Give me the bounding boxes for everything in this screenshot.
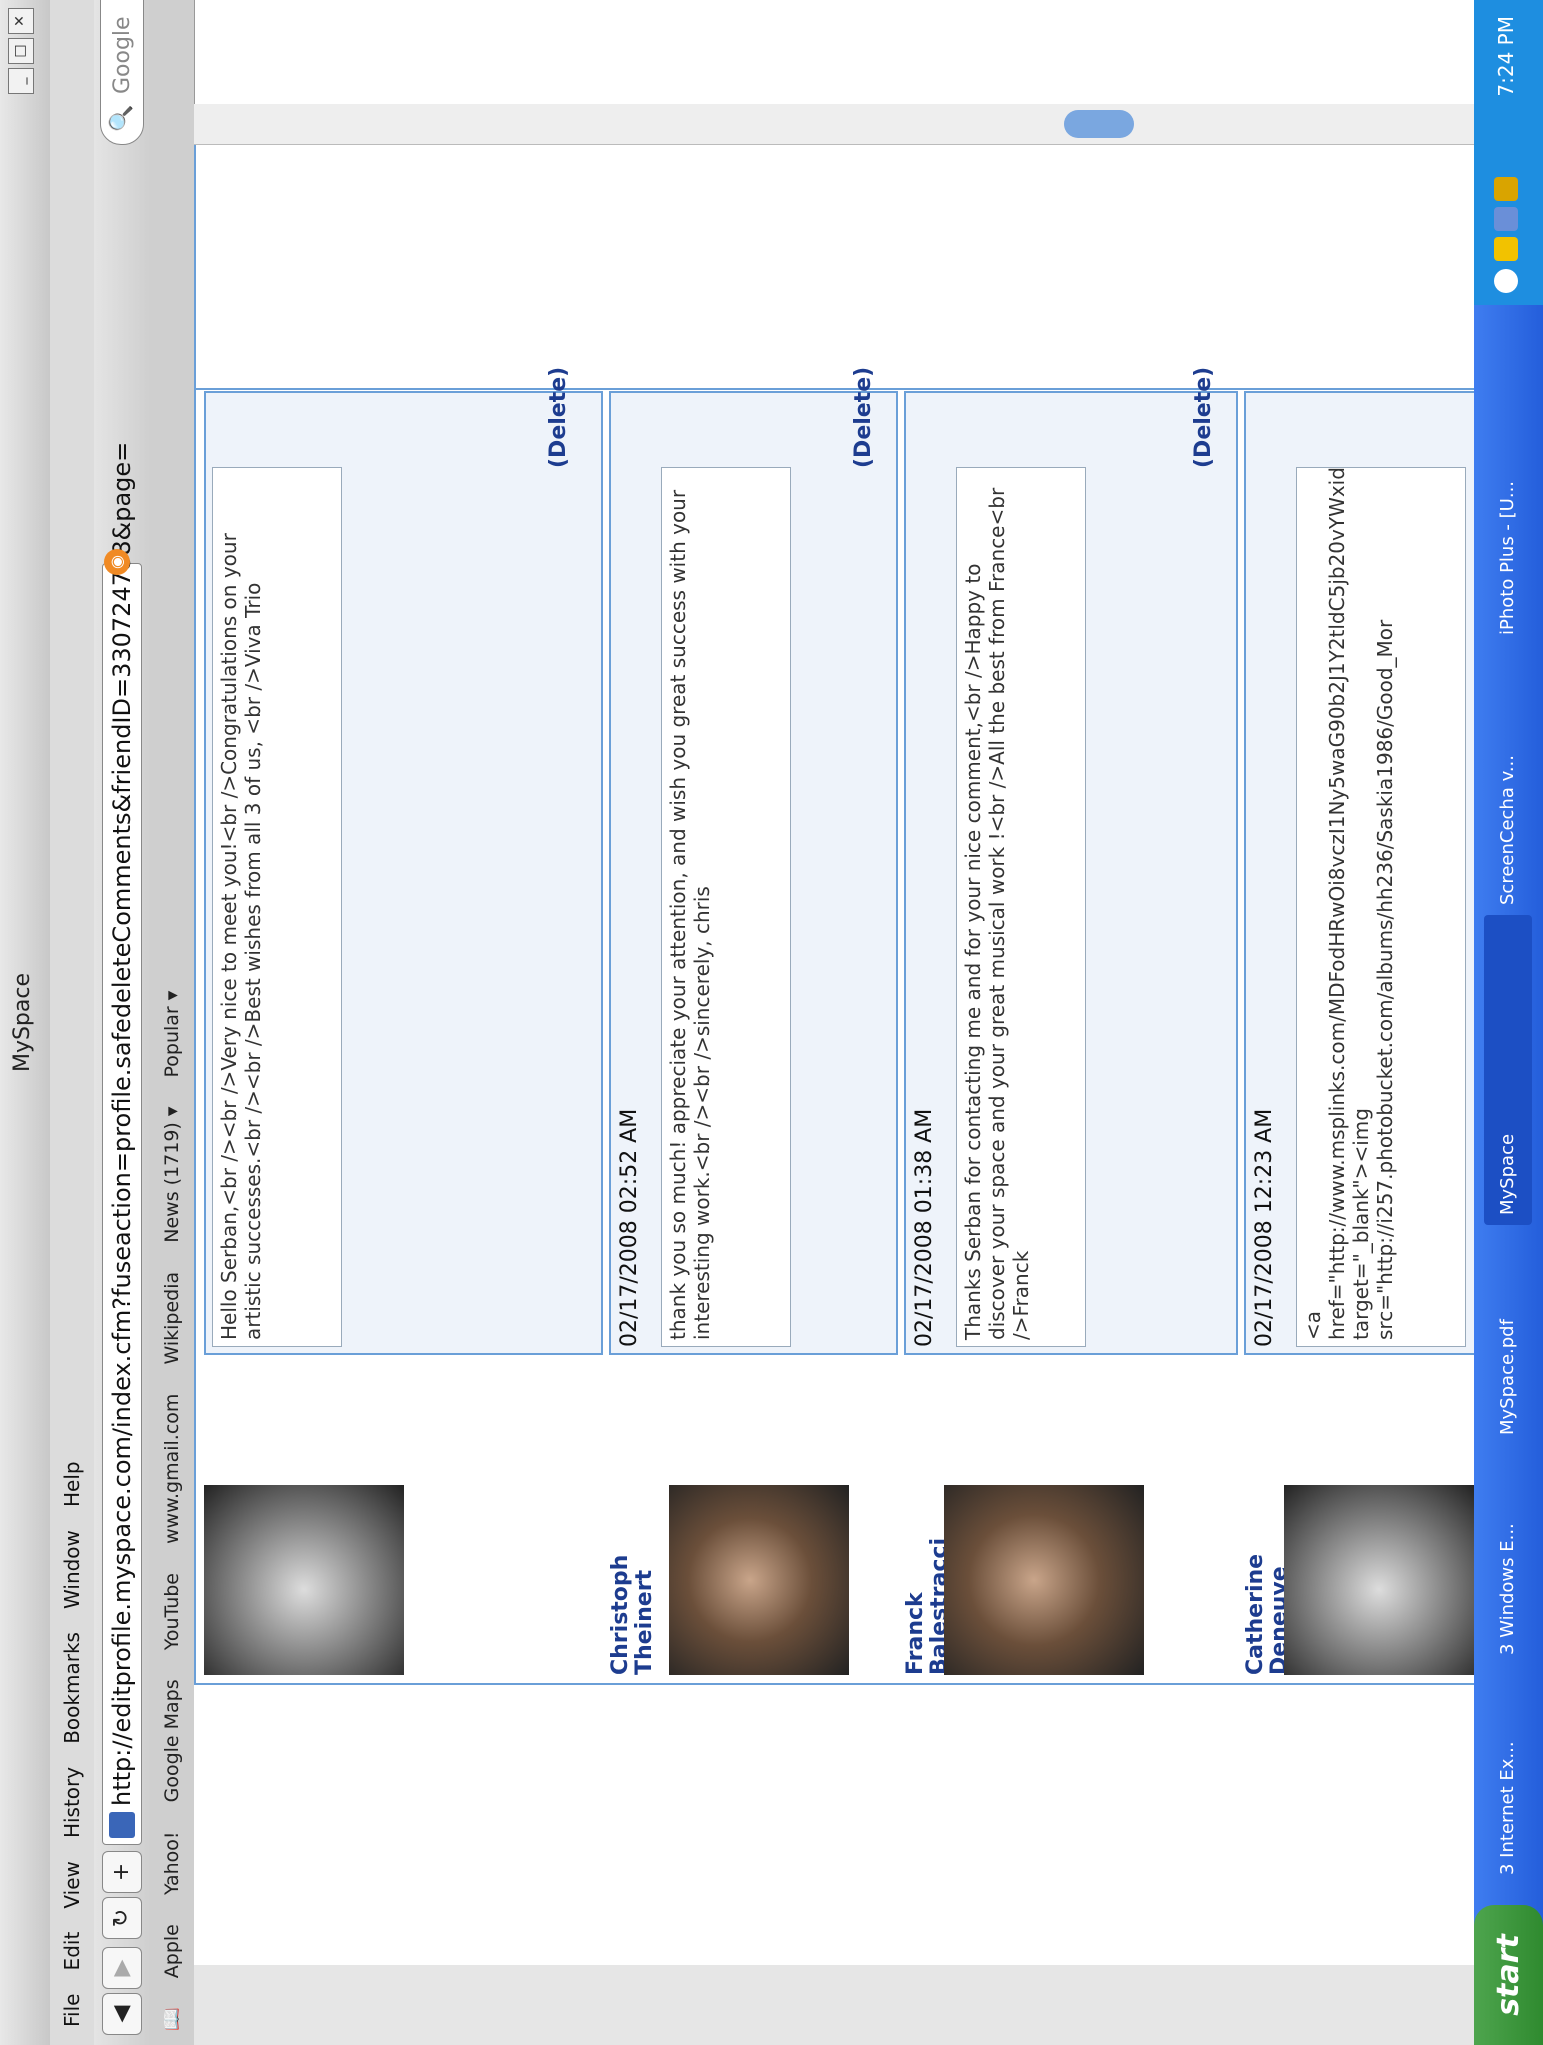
menu-window[interactable]: Window <box>60 1530 84 1609</box>
search-icon: 🔍 <box>109 104 134 132</box>
friend-name[interactable]: Christoph Theinert <box>608 1455 657 1675</box>
delete-comment-link[interactable]: (Delete) <box>851 367 876 468</box>
rss-icon[interactable]: ◉ <box>104 549 130 575</box>
bookmark-gmail[interactable]: www.gmail.com <box>161 1394 183 1544</box>
bookmark-apple[interactable]: Apple <box>161 1924 183 1978</box>
user-icon[interactable] <box>1494 177 1518 201</box>
comment-panel: Hello Serban,<br /><br />Very nice to me… <box>204 367 603 1355</box>
scrollbar-thumb[interactable] <box>1064 110 1134 138</box>
delete-comment-link[interactable]: (Delete) <box>546 367 571 468</box>
system-tray: 7:24 PM <box>1474 0 1543 305</box>
menu-history[interactable]: History <box>60 1767 84 1838</box>
friend-avatar[interactable] <box>669 1485 849 1675</box>
close-button[interactable]: ✕ <box>8 8 34 34</box>
comment-date: 02/17/2008 01:38 AM <box>912 1108 937 1347</box>
friend-avatar[interactable] <box>204 1485 404 1675</box>
table-right-border <box>194 388 1474 390</box>
search-input[interactable]: 🔍 Google <box>100 0 144 145</box>
address-bar[interactable]: http://editprofile.myspace.com/index.cfm… <box>102 442 142 1845</box>
taskbar-item-myspace[interactable]: MySpace <box>1484 915 1532 1225</box>
table-left-border <box>194 1683 1474 1685</box>
page-content: Hello Serban,<br /><br />Very nice to me… <box>194 145 1478 2045</box>
tray-clock: 7:24 PM <box>1494 16 1518 97</box>
minimize-button[interactable]: _ <box>8 68 34 94</box>
comment-textarea[interactable]: Thanks Serban for contacting me and for … <box>956 467 1086 1347</box>
site-favicon-icon <box>109 1812 135 1838</box>
bookmark-popular[interactable]: Popular ▾ <box>161 991 183 1078</box>
comment-textarea[interactable]: thank you so much! appreciate your atten… <box>661 467 791 1347</box>
forward-button[interactable]: ▶ <box>102 1947 142 1989</box>
bookmark-youtube[interactable]: YouTube <box>161 1573 183 1650</box>
comment-textarea[interactable]: <a href="http://www.msplinks.com/MDFodHR… <box>1296 467 1466 1347</box>
menu-bookmarks[interactable]: Bookmarks <box>60 1632 84 1744</box>
menu-view[interactable]: View <box>60 1861 84 1908</box>
maximize-button[interactable]: □ <box>8 38 34 64</box>
comment-date: 02/17/2008 02:52 AM <box>617 1108 642 1347</box>
taskbar-item-iphoto-plus[interactable]: iPhoto Plus - [U... <box>1484 375 1532 645</box>
search-placeholder: Google <box>110 16 135 94</box>
warning-icon[interactable] <box>1494 237 1518 261</box>
table-top-border <box>194 145 196 1685</box>
reload-button[interactable]: ↻ <box>102 1897 142 1939</box>
bookmarks-bar: 📖 Apple Yahoo! Google Maps YouTube www.g… <box>150 0 195 2045</box>
network-icon[interactable] <box>1494 207 1518 231</box>
tray-expand-icon[interactable] <box>1494 269 1518 293</box>
windows-taskbar: start 3 Internet Ex... 3 Windows E... My… <box>1474 0 1543 2045</box>
window-title: MySpace <box>10 972 35 1073</box>
menu-file[interactable]: File <box>60 1994 84 2027</box>
bookmark-google-maps[interactable]: Google Maps <box>161 1679 183 1802</box>
bookmarks-book-icon[interactable]: 📖 <box>160 2007 183 2031</box>
bookmark-news[interactable]: News (1719) ▾ <box>161 1107 183 1243</box>
navigation-toolbar: ◀ ▶ ↻ + http://editprofile.myspace.com/i… <box>94 0 151 2045</box>
taskbar-item-myspace-pdf[interactable]: MySpace.pdf <box>1484 1225 1532 1445</box>
page-margin <box>194 1965 1474 2045</box>
vertical-scrollbar[interactable] <box>194 104 1474 145</box>
comment-date: 02/17/2008 12:23 AM <box>1252 1108 1277 1347</box>
comment-panel: 02/17/2008 12:23 AM <a href="http://www.… <box>1244 391 1478 1355</box>
back-button[interactable]: ◀ <box>102 1993 142 2035</box>
comment-panel: 02/17/2008 02:52 AM thank you so much! a… <box>609 367 898 1355</box>
taskbar-item-windows-explorer[interactable]: 3 Windows E... <box>1484 1445 1532 1665</box>
bookmark-wikipedia[interactable]: Wikipedia <box>161 1272 183 1365</box>
comment-textarea[interactable]: Hello Serban,<br /><br />Very nice to me… <box>212 467 342 1347</box>
delete-comment-link[interactable]: (Delete) <box>1191 367 1216 468</box>
add-bookmark-button[interactable]: + <box>102 1851 142 1893</box>
friend-avatar[interactable] <box>1284 1485 1474 1675</box>
bookmark-yahoo[interactable]: Yahoo! <box>161 1832 183 1896</box>
browser-window: MySpace _ □ ✕ File Edit View History Boo… <box>0 0 1543 2045</box>
menu-help[interactable]: Help <box>60 1461 84 1507</box>
url-text: http://editprofile.myspace.com/index.cfm… <box>108 441 136 1806</box>
taskbar-item-screencecha[interactable]: ScreenCecha v... <box>1484 645 1532 915</box>
menu-edit[interactable]: Edit <box>60 1932 84 1971</box>
taskbar-item-internet-explorer[interactable]: 3 Internet Ex... <box>1484 1665 1532 1885</box>
menu-bar: File Edit View History Bookmarks Window … <box>50 0 95 2045</box>
friend-avatar[interactable] <box>944 1485 1144 1675</box>
comment-panel: 02/17/2008 01:38 AM Thanks Serban for co… <box>904 367 1238 1355</box>
title-bar: MySpace _ □ ✕ <box>0 0 51 2045</box>
start-button[interactable]: start <box>1474 1905 1543 2045</box>
